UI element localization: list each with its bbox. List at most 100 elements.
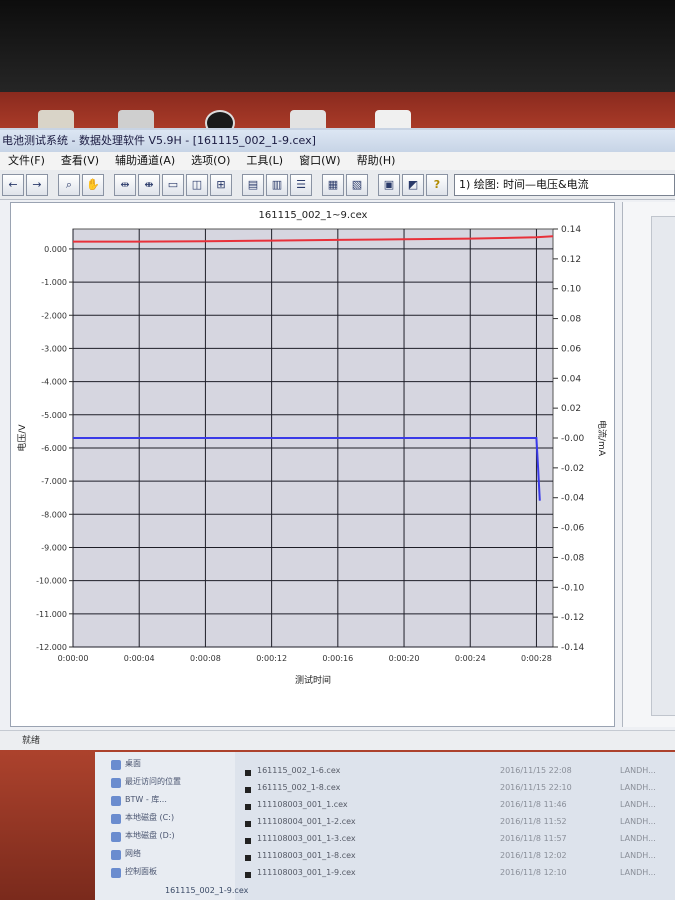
- explorer-nav-item[interactable]: 本地磁盘 (C:): [125, 812, 174, 826]
- file-type: LANDH...: [620, 817, 656, 826]
- folder-icon: [111, 832, 121, 842]
- explorer-nav-item[interactable]: 本地磁盘 (D:): [125, 830, 175, 844]
- file-name[interactable]: 161115_002_1-8.cex: [257, 783, 340, 797]
- file-name[interactable]: 161115_002_1-6.cex: [257, 766, 340, 780]
- chart-panel: 161115_002_1~9.cex 0:00:00 0:00:04 0:00:08 0…: [10, 202, 615, 727]
- file-name[interactable]: 111108004_001_1-2.cex: [257, 817, 356, 831]
- file-date: 2016/11/8 11:52: [500, 817, 567, 826]
- x-tick-label: 0:00:00: [58, 654, 89, 663]
- side-panel-scrollbar[interactable]: [651, 216, 675, 716]
- toolbar: ← → ⌕ ✋ ⇹ ⇼ ▭ ◫ ⊞ ▤ ▥ ☰ ▦ ▧ ▣ ◩ ? 1) 绘图:…: [0, 170, 675, 200]
- file-date: 2016/11/8 11:57: [500, 834, 567, 843]
- y2-tick-label: 0.12: [561, 255, 581, 265]
- hand-pan-icon[interactable]: ✋: [82, 173, 104, 196]
- folder-icon: [111, 814, 121, 824]
- file-icon: [245, 787, 251, 793]
- file-date: 2016/11/8 11:46: [500, 800, 567, 809]
- side-panel: [622, 202, 675, 727]
- file-icon: [245, 770, 251, 776]
- x-axis-label: 测试时间: [295, 674, 331, 686]
- y-tick-label: -12.000: [36, 643, 67, 652]
- file-date: 2016/11/15 22:10: [500, 783, 572, 792]
- y-axis-label: 电压/V: [16, 424, 28, 452]
- plot-type-select[interactable]: 1) 绘图: 时间—电压&电流: [454, 173, 675, 196]
- y2-tick-label: -0.04: [561, 494, 585, 504]
- explorer-nav-item[interactable]: 桌面: [125, 758, 141, 772]
- explorer-nav-item[interactable]: 控制面板: [125, 866, 157, 880]
- file-name[interactable]: 111108003_001_1.cex: [257, 800, 348, 814]
- file-name[interactable]: 111108003_001_1-3.cex: [257, 834, 356, 848]
- x-tick-label: 0:00:16: [322, 654, 353, 663]
- report-icon[interactable]: ▤: [242, 173, 264, 196]
- menu-aux-channel[interactable]: 辅助通道(A): [107, 152, 183, 170]
- file-explorer: 桌面最近访问的位置 BTW - 库... 本地磁盘 (C:) 本地磁盘 (D:) 网络控…: [95, 752, 675, 900]
- explorer-nav-item[interactable]: 最近访问的位置: [125, 776, 181, 790]
- chart-style-icon[interactable]: ◩: [402, 173, 424, 196]
- arrow-right-icon[interactable]: →: [26, 173, 48, 196]
- y-tick-label: -1.000: [41, 278, 67, 287]
- file-icon: [245, 804, 251, 810]
- x-tick-label: 0:00:20: [389, 654, 420, 663]
- layout-split-icon[interactable]: ◫: [186, 173, 208, 196]
- file-type: LANDH...: [620, 783, 656, 792]
- file-name[interactable]: 111108003_001_1-8.cex: [257, 851, 356, 865]
- file-type: LANDH...: [620, 800, 656, 809]
- zoom-icon[interactable]: ⌕: [58, 173, 80, 196]
- folder-icon: [111, 796, 121, 806]
- folder-icon: [111, 760, 121, 770]
- menu-window[interactable]: 窗口(W): [291, 152, 348, 170]
- calculator-icon[interactable]: ▣: [378, 173, 400, 196]
- folder-icon: [111, 778, 121, 788]
- y-tick-label: -9.000: [41, 543, 67, 552]
- y2-tick-label: -0.10: [561, 583, 585, 593]
- x-tick-label: 0:00:28: [521, 654, 552, 663]
- file-type: LANDH...: [620, 766, 656, 775]
- y-tick-label: -10.000: [36, 577, 67, 586]
- x-tick-label: 0:00:24: [455, 654, 486, 663]
- menu-view[interactable]: 查看(V): [53, 152, 107, 170]
- y2-tick-label: 0.10: [561, 285, 581, 295]
- report-edit-icon[interactable]: ▥: [266, 173, 288, 196]
- y2-axis-label: 电流/mA: [596, 420, 608, 457]
- explorer-nav-item[interactable]: 网络: [125, 848, 141, 862]
- file-icon: [245, 821, 251, 827]
- y2-tick-label: -0.12: [561, 613, 584, 623]
- menu-bar: 文件(F) 查看(V) 辅助通道(A) 选项(O) 工具(L) 窗口(W) 帮助…: [0, 152, 675, 170]
- explorer-nav-item[interactable]: BTW - 库...: [125, 794, 167, 808]
- folder-icon: [111, 850, 121, 860]
- selected-file-name[interactable]: 161115_002_1-9.cex: [165, 886, 248, 900]
- app-window: 电池测试系统 - 数据处理软件 V5.9H - [161115_002_1-9.…: [0, 128, 675, 750]
- help-icon[interactable]: ?: [426, 173, 448, 196]
- chart[interactable]: 161115_002_1~9.cex 0:00:00 0:00:04 0:00:08 0…: [11, 203, 616, 728]
- arrow-left-icon[interactable]: ←: [2, 173, 24, 196]
- y-tick-label: -11.000: [36, 610, 67, 619]
- file-type: LANDH...: [620, 868, 656, 877]
- window-title: 电池测试系统 - 数据处理软件 V5.9H - [161115_002_1-9.…: [0, 130, 675, 152]
- table-icon[interactable]: ▦: [322, 173, 344, 196]
- status-bar: 就绪: [0, 730, 675, 750]
- menu-options[interactable]: 选项(O): [183, 152, 238, 170]
- layout-single-icon[interactable]: ▭: [162, 173, 184, 196]
- file-icon: [245, 838, 251, 844]
- y2-tick-label: 0.02: [561, 404, 581, 414]
- file-icon: [245, 872, 251, 878]
- menu-help[interactable]: 帮助(H): [349, 152, 404, 170]
- y2-tick-label: -0.06: [561, 524, 585, 534]
- x-tick-label: 0:00:08: [190, 654, 221, 663]
- expand-x-icon[interactable]: ⇹: [114, 173, 136, 196]
- y2-tick-label: 0.08: [561, 315, 581, 325]
- table-edit-icon[interactable]: ▧: [346, 173, 368, 196]
- file-icon: [245, 855, 251, 861]
- list-icon[interactable]: ☰: [290, 173, 312, 196]
- y2-tick-label: -0.00: [561, 434, 585, 444]
- layout-grid-icon[interactable]: ⊞: [210, 173, 232, 196]
- menu-file[interactable]: 文件(F): [0, 152, 53, 170]
- shrink-x-icon[interactable]: ⇼: [138, 173, 160, 196]
- y-tick-label: -5.000: [41, 411, 67, 420]
- file-type: LANDH...: [620, 834, 656, 843]
- file-name[interactable]: 111108003_001_1-9.cex: [257, 868, 356, 882]
- y-tick-label: -4.000: [41, 378, 67, 387]
- menu-tools[interactable]: 工具(L): [238, 152, 291, 170]
- y2-tick-label: -0.02: [561, 464, 584, 474]
- y2-tick-label: -0.08: [561, 553, 585, 563]
